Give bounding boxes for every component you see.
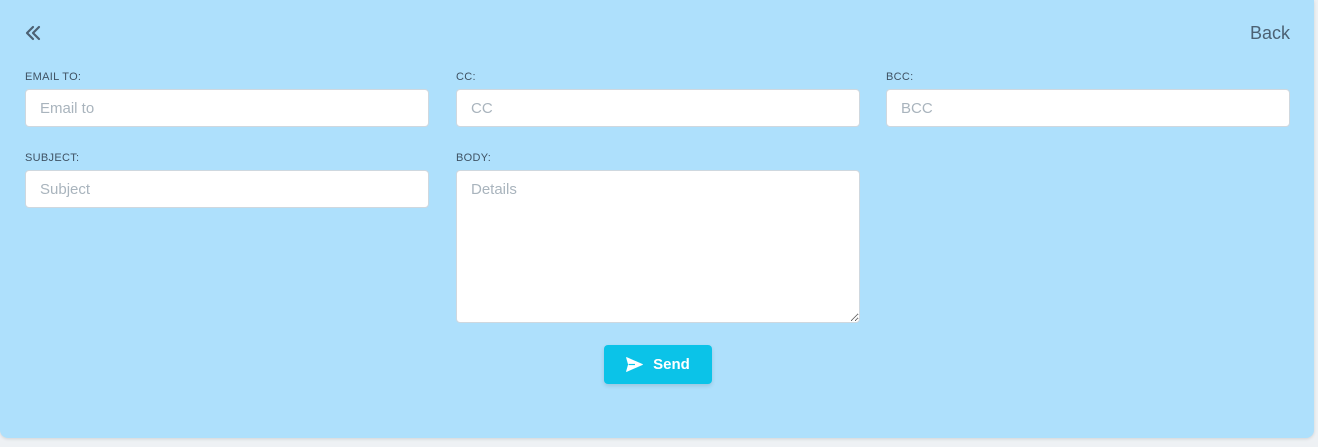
cc-group: CC: <box>456 70 860 127</box>
send-button[interactable]: Send <box>604 345 712 384</box>
bcc-label: BCC: <box>886 71 914 83</box>
subject-label: SUBJECT: <box>25 152 80 164</box>
email-to-input[interactable] <box>25 89 429 127</box>
body-label: BODY: <box>456 152 492 164</box>
body-textarea[interactable] <box>456 170 860 323</box>
bcc-input[interactable] <box>886 89 1290 127</box>
cc-label: CC: <box>456 71 476 83</box>
body-group: BODY: <box>456 151 860 323</box>
back-link[interactable]: Back <box>1250 23 1290 44</box>
send-button-label: Send <box>653 356 690 373</box>
subject-input[interactable] <box>25 170 429 208</box>
cc-input[interactable] <box>456 89 860 127</box>
bcc-group: BCC: <box>886 70 1290 127</box>
compose-toolbar: Back <box>24 20 1290 48</box>
email-to-label: EMAIL TO: <box>25 71 82 83</box>
email-compose-panel: Back EMAIL TO: CC: BCC: SUBJECT: BODY: S… <box>0 0 1314 438</box>
email-to-group: EMAIL TO: <box>25 70 429 127</box>
subject-group: SUBJECT: <box>25 151 429 208</box>
double-chevron-left-icon[interactable] <box>24 24 44 44</box>
paper-plane-icon <box>626 357 644 372</box>
